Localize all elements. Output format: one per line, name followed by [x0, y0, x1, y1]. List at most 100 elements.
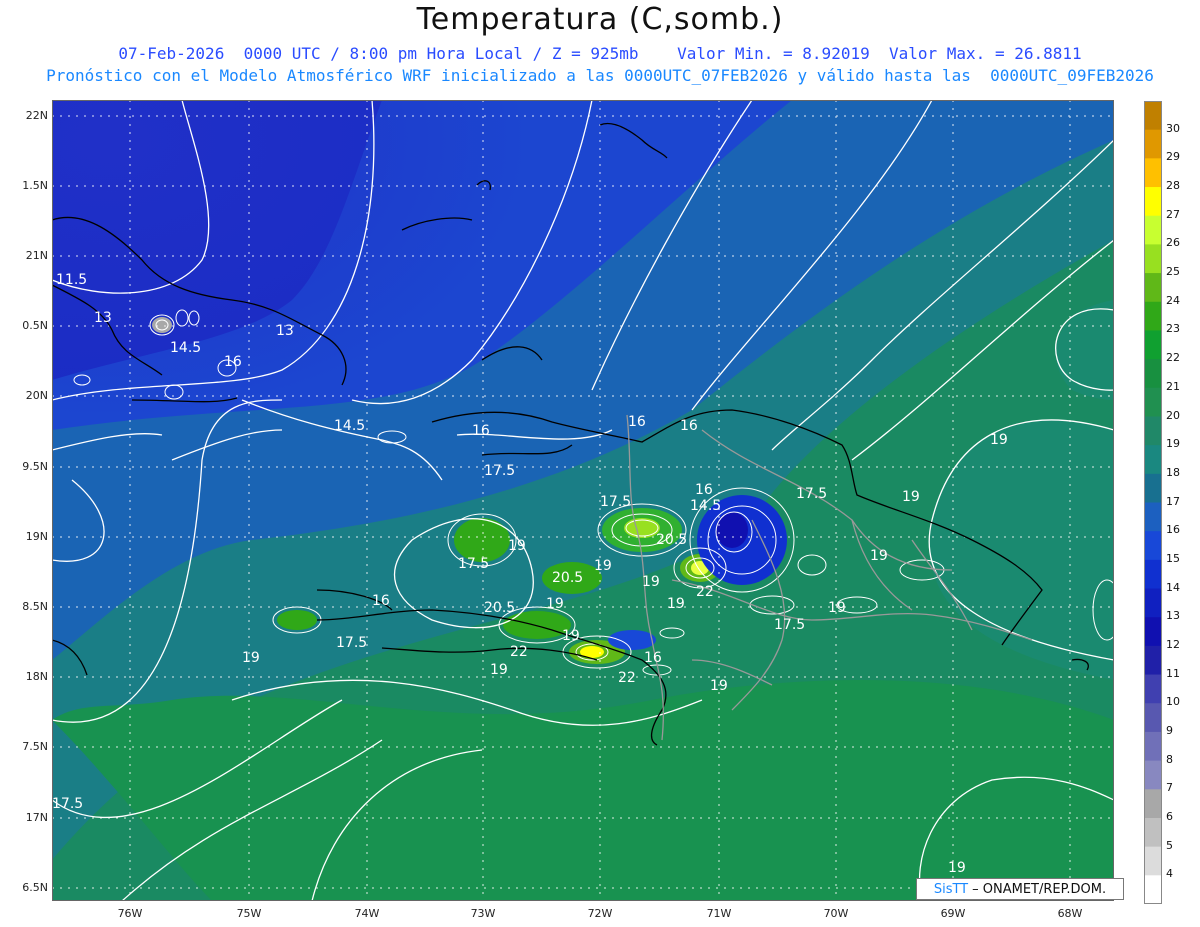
contour-label: 17.5 — [458, 556, 489, 572]
color-scale-label: 23 — [1166, 322, 1180, 336]
color-swatch — [1144, 215, 1162, 245]
color-scale-label: 26 — [1166, 236, 1180, 250]
contour-label: 19 — [594, 558, 612, 574]
contour-label: 13 — [276, 323, 294, 339]
contour-label: 19 — [710, 678, 728, 694]
color-scale-label: 28 — [1166, 179, 1180, 192]
color-swatch — [1144, 187, 1162, 217]
contour-label: 16 — [644, 650, 662, 666]
contour-label: 19 — [870, 548, 888, 564]
sistt-logo: SisTT — [933, 881, 969, 897]
lon-label: 72W — [587, 907, 613, 920]
color-swatch — [1144, 731, 1162, 762]
contour-label: 19 — [642, 574, 660, 590]
color-swatch — [1144, 817, 1162, 848]
color-swatch — [1144, 789, 1162, 819]
color-scale-label: 14 — [1166, 580, 1180, 594]
color-swatch — [1144, 387, 1162, 417]
color-scale-label: 7 — [1166, 781, 1173, 795]
contour-label: 17.5 — [484, 463, 515, 479]
color-scale-label: 9 — [1166, 723, 1173, 737]
lat-label: 8.5N — [22, 600, 48, 613]
color-scale-label: 21 — [1166, 379, 1180, 393]
color-swatch — [1144, 617, 1162, 647]
color-scale-label: 8 — [1166, 752, 1173, 766]
color-swatch — [1144, 703, 1162, 733]
contour-label: 16 — [680, 418, 698, 434]
color-scale-label: 29 — [1166, 150, 1180, 164]
lat-label: 17N — [25, 811, 48, 824]
contour-label: 22 — [618, 670, 636, 686]
lon-label: 70W — [823, 907, 849, 920]
contour-label: 13 — [94, 310, 112, 326]
contour-label: 16 — [695, 482, 713, 498]
color-swatch — [1144, 559, 1162, 590]
lon-label: 71W — [706, 907, 732, 920]
lon-label: 68W — [1057, 907, 1083, 920]
color-swatch — [1144, 674, 1162, 704]
color-scale-label: 12 — [1166, 637, 1180, 651]
color-swatch — [1144, 531, 1162, 561]
lat-label: 9.5N — [22, 460, 48, 473]
color-scale-label: 16 — [1166, 523, 1180, 537]
color-scale-label: 30 — [1166, 121, 1180, 135]
color-scale-label: 4 — [1166, 867, 1173, 881]
contour-label: 20.5 — [656, 532, 687, 548]
contour-label: 16 — [628, 414, 646, 430]
contour-label: 22 — [696, 584, 714, 600]
color-scale-label: 5 — [1166, 838, 1173, 852]
lat-label: 18N — [25, 670, 48, 683]
lat-label: 21N — [25, 249, 48, 262]
color-swatch — [1144, 502, 1162, 532]
contour-label: 14.5 — [690, 498, 721, 514]
color-swatch — [1144, 588, 1162, 618]
subtitle-validity: 07-Feb-2026 0000 UTC / 8:00 pm Hora Loca… — [118, 44, 1082, 63]
lon-label: 76W — [117, 907, 143, 920]
color-swatch — [1144, 645, 1162, 676]
color-swatch — [1144, 846, 1162, 876]
contour-label: 20.5 — [484, 600, 515, 616]
contour-label: 16 — [472, 423, 490, 439]
contour-label: 14.5 — [170, 340, 201, 356]
color-scale-label: 20 — [1166, 408, 1180, 422]
contour-label: 19 — [242, 650, 260, 666]
temperature-map: 11.5 13 13 14.5 16 14.5 16 17.5 16 16 17… — [52, 100, 1114, 901]
contour-label: 22 — [510, 644, 528, 660]
color-scale-label: 17 — [1166, 494, 1180, 508]
color-scale-label: 6 — [1166, 810, 1173, 823]
color-swatch — [1144, 158, 1162, 188]
color-swatch — [1144, 129, 1162, 159]
color-swatch — [1144, 473, 1162, 503]
lon-label: 75W — [236, 907, 262, 920]
color-scale-bar — [1144, 101, 1162, 904]
color-swatch — [1144, 359, 1162, 389]
color-scale-label: 24 — [1166, 293, 1180, 307]
contour-label: 17.5 — [336, 635, 367, 651]
contour-label: 16 — [224, 354, 242, 370]
contour-label: 19 — [508, 538, 526, 554]
contour-label: 16 — [372, 593, 390, 609]
color-swatch — [1144, 445, 1162, 475]
lat-label: 22N — [25, 109, 48, 122]
lat-label: 6.5N — [22, 881, 48, 894]
contour-label: 19 — [667, 596, 685, 612]
map-title: Temperatura (C,somb.) — [416, 2, 784, 37]
contour-label: 17.5 — [796, 486, 827, 502]
color-swatch — [1144, 273, 1162, 303]
color-swatch — [1144, 301, 1162, 331]
contour-label: 17.5 — [52, 796, 83, 812]
subtitle-model-info: Pronóstico con el Modelo Atmosférico WRF… — [46, 66, 1154, 85]
contour-label: 11.5 — [56, 272, 87, 288]
contour-label: 19 — [546, 596, 564, 612]
color-scale-label: 11 — [1166, 666, 1180, 680]
color-scale-label: 15 — [1166, 551, 1180, 565]
lat-label: 1.5N — [22, 179, 48, 192]
contour-label: 19 — [490, 662, 508, 678]
color-scale-label: 18 — [1166, 465, 1180, 479]
credit-text: – ONAMET/REP.DOM. — [972, 881, 1107, 897]
credit-box: SisTT – ONAMET/REP.DOM. — [916, 878, 1124, 900]
contour-label: 19 — [562, 628, 580, 644]
color-swatch — [1144, 875, 1162, 904]
contour-label: 19 — [948, 860, 966, 876]
color-swatch — [1144, 416, 1162, 446]
